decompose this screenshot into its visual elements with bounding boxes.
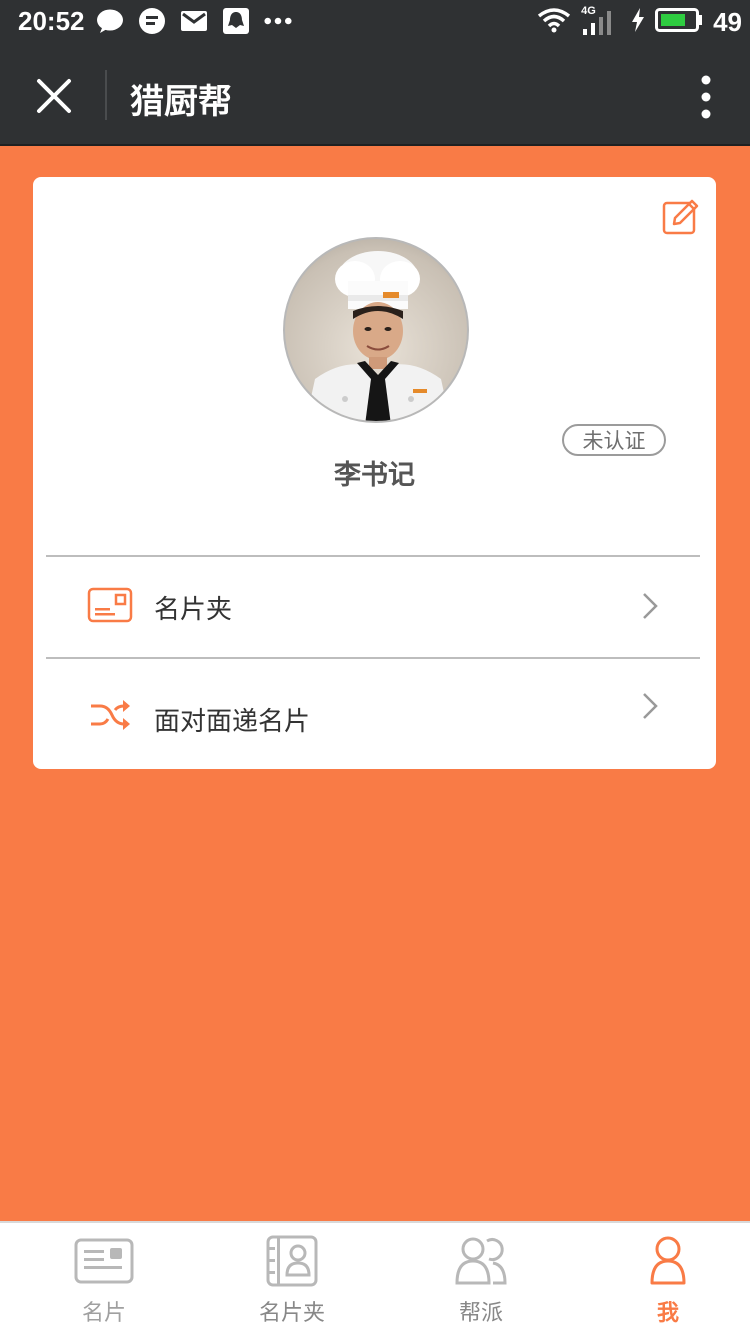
person-icon bbox=[637, 1235, 699, 1287]
bottom-tab-bar: 名片 名片夹 帮派 我 bbox=[0, 1221, 750, 1334]
more-options-button[interactable] bbox=[684, 70, 728, 124]
business-card-icon bbox=[73, 1235, 135, 1287]
status-time: 20:52 bbox=[18, 6, 85, 36]
edit-profile-button[interactable] bbox=[662, 197, 700, 235]
more-vertical-icon bbox=[701, 75, 711, 119]
profile-name: 李书记 bbox=[334, 460, 415, 491]
menu-item-label: 面对面递名片 bbox=[154, 707, 311, 737]
system-icons: 4G 49 bbox=[537, 5, 742, 38]
avatar[interactable] bbox=[283, 237, 469, 423]
menu-item-label: 名片夹 bbox=[154, 595, 233, 625]
more-notifications-icon bbox=[264, 7, 292, 35]
mail-icon bbox=[180, 7, 208, 35]
page-title: 猎厨帮 bbox=[130, 82, 232, 122]
nav-divider bbox=[105, 70, 107, 120]
tab-label: 名片 bbox=[81, 1301, 126, 1326]
message-icon bbox=[138, 7, 166, 35]
chevron-right-icon bbox=[640, 591, 660, 621]
signal-icon: 4G bbox=[581, 5, 621, 37]
tab-business-card[interactable]: 名片 bbox=[10, 1223, 198, 1334]
menu-item-card-folder[interactable]: 名片夹 bbox=[46, 555, 700, 656]
group-icon bbox=[450, 1235, 512, 1287]
tab-label: 名片夹 bbox=[258, 1301, 325, 1326]
tab-label: 帮派 bbox=[458, 1301, 503, 1326]
notification-icons bbox=[96, 7, 292, 35]
chat-bubble-icon bbox=[96, 7, 124, 35]
tab-me[interactable]: 我 bbox=[574, 1223, 750, 1334]
nav-bar: 猎厨帮 bbox=[0, 44, 750, 146]
edit-icon bbox=[662, 199, 699, 235]
close-icon bbox=[37, 79, 71, 113]
battery-icon bbox=[655, 7, 703, 37]
profile-card: 未认证 李书记 名片夹 面对面递名片 bbox=[33, 177, 716, 769]
status-bar: 20:52 4G 49 bbox=[0, 0, 750, 44]
tab-card-folder[interactable]: 名片夹 bbox=[198, 1223, 386, 1334]
wifi-icon bbox=[537, 6, 571, 38]
menu-item-face-to-face[interactable]: 面对面递名片 bbox=[46, 657, 700, 758]
tab-group[interactable]: 帮派 bbox=[387, 1223, 575, 1334]
card-icon bbox=[87, 585, 133, 625]
charging-icon bbox=[631, 7, 645, 37]
tab-label: 我 bbox=[656, 1301, 679, 1326]
shuffle-icon bbox=[87, 695, 133, 735]
verification-badge: 未认证 bbox=[562, 424, 666, 456]
chevron-right-icon bbox=[640, 691, 660, 721]
contacts-book-icon bbox=[261, 1235, 323, 1287]
close-button[interactable] bbox=[28, 70, 80, 122]
chef-avatar-image bbox=[305, 251, 451, 421]
qq-icon bbox=[222, 7, 250, 35]
battery-level: 49 bbox=[713, 6, 742, 37]
